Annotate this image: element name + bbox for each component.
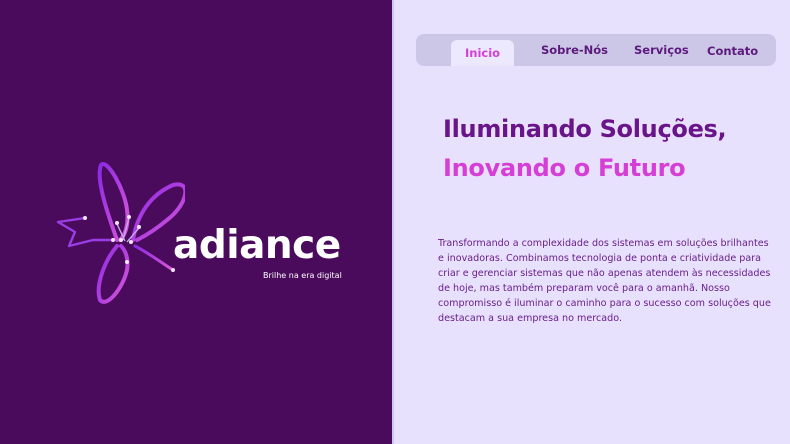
main-navbar: Inicio Sobre-Nós Serviços Contato bbox=[416, 34, 776, 66]
nav-item-sobre-nos[interactable]: Sobre-Nós bbox=[541, 35, 608, 67]
butterfly-logo-icon bbox=[56, 162, 185, 304]
brand-name: adiance bbox=[173, 223, 341, 268]
nav-item-servicos[interactable]: Serviços bbox=[634, 35, 689, 67]
left-panel: adiance Brilhe na era digital bbox=[0, 0, 392, 444]
hero-headline-line2: Inovando o Futuro bbox=[443, 154, 686, 182]
nav-item-inicio[interactable]: Inicio bbox=[451, 40, 515, 66]
hero-headline-line1: Iluminando Soluções, bbox=[443, 115, 727, 143]
right-panel: Inicio Sobre-Nós Serviços Contato Ilumin… bbox=[392, 0, 790, 444]
nav-item-contato[interactable]: Contato bbox=[707, 35, 758, 67]
brand-logo: adiance Brilhe na era digital bbox=[55, 160, 355, 310]
brand-tagline: Brilhe na era digital bbox=[263, 271, 342, 280]
hero-description: Transformando a complexidade dos sistema… bbox=[438, 238, 771, 324]
